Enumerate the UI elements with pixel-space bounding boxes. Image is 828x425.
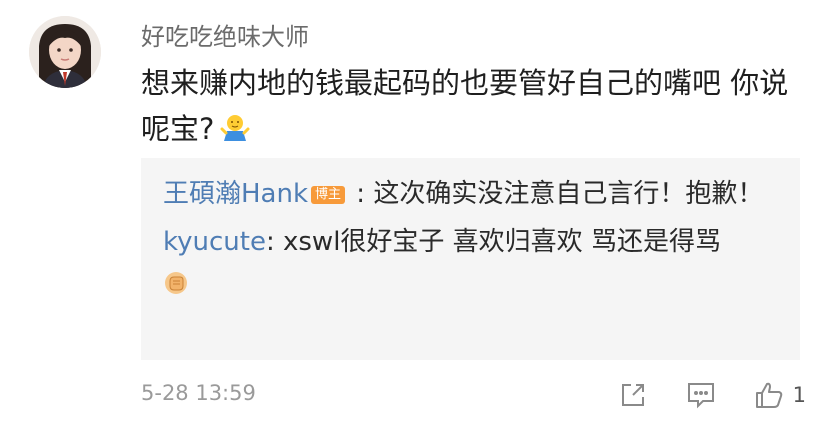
avatar[interactable]: [29, 16, 101, 88]
reply-author[interactable]: kyucute: [163, 227, 266, 257]
shrug-emoji-icon: [220, 110, 250, 156]
share-icon[interactable]: [615, 377, 651, 413]
reply-text: 这次确实没注意自己言行！抱歉！: [373, 179, 764, 209]
comment-username[interactable]: 好吃吃绝味大师: [141, 17, 309, 52]
reply-separator: :: [348, 179, 374, 209]
reply-separator: :: [265, 227, 283, 257]
like-icon[interactable]: [751, 377, 787, 413]
comment-icon[interactable]: [683, 377, 719, 413]
reply-list: 王碩瀚Hank 博主 : 这次确实没注意自己言行！抱歉！ kyucute: xsw…: [141, 158, 800, 360]
comment-timestamp: 5-28 13:59: [141, 381, 256, 405]
reply-text: xswl很好宝子 喜欢归喜欢 骂还是得骂: [283, 227, 721, 257]
reply-item[interactable]: 王碩瀚Hank 博主 : 这次确实没注意自己言行！抱歉！: [163, 172, 778, 216]
like-count: 1: [792, 383, 806, 407]
fist-emoji-icon: [163, 266, 778, 310]
comment-actions: 1: [615, 377, 806, 413]
comment-body: 想来赚内地的钱最起码的也要管好自己的嘴吧 你说呢宝?: [141, 60, 806, 156]
reply-author[interactable]: 王碩瀚Hank: [163, 179, 308, 209]
reply-item[interactable]: kyucute: xswl很好宝子 喜欢归喜欢 骂还是得骂: [163, 220, 778, 310]
author-badge: 博主: [311, 186, 346, 204]
